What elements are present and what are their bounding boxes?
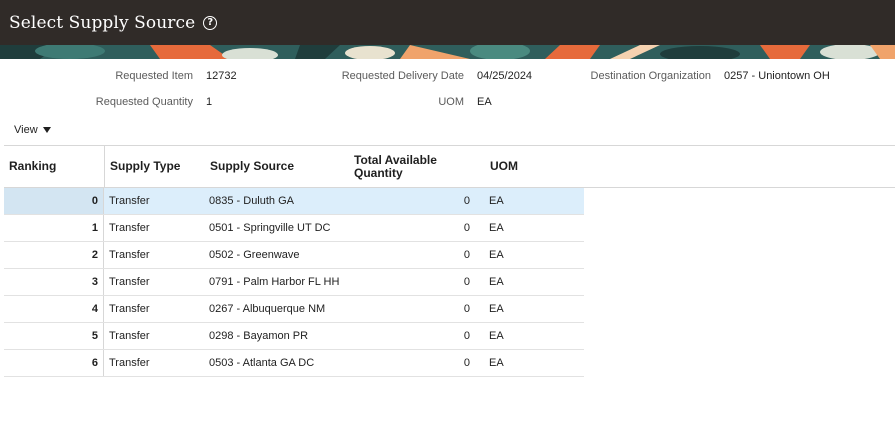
table-row[interactable]: 3 Transfer 0791 - Palm Harbor FL HH 0 EA [4, 269, 584, 296]
supply-type-value: Transfer [109, 222, 150, 234]
supply-source-value: 0503 - Atlanta GA DC [209, 357, 315, 369]
ranking-value: 1 [91, 222, 98, 234]
table-row[interactable]: 4 Transfer 0267 - Albuquerque NM 0 EA [4, 296, 584, 323]
table-body: 0 Transfer 0835 - Duluth GA 0 EA 1 Trans… [4, 188, 584, 377]
ranking-value: 5 [91, 330, 98, 342]
ranking-value: 0 [91, 195, 98, 207]
column-header-ranking[interactable]: Ranking [9, 146, 56, 187]
column-header-supply-type[interactable]: Supply Type [110, 146, 180, 187]
requested-item-label: Requested Item [115, 70, 193, 82]
table-header: Ranking Supply Type Supply Source Total … [4, 145, 895, 188]
supply-type-value: Transfer [109, 330, 150, 342]
uom-cell-value: EA [489, 249, 504, 261]
available-quantity-value: 0 [463, 357, 470, 369]
supply-source-value: 0502 - Greenwave [209, 249, 300, 261]
available-quantity-value: 0 [463, 276, 470, 288]
dialog-titlebar: Select Supply Source ? [0, 0, 895, 45]
available-quantity-value: 0 [463, 195, 470, 207]
available-quantity-value: 0 [463, 330, 470, 342]
available-quantity-value: 0 [463, 222, 470, 234]
destination-org-label: Destination Organization [590, 70, 711, 82]
table-row[interactable]: 0 Transfer 0835 - Duluth GA 0 EA [4, 188, 584, 215]
ranking-value: 4 [91, 303, 98, 315]
column-header-supply-source[interactable]: Supply Source [210, 146, 294, 187]
uom-cell-value: EA [489, 276, 504, 288]
uom-cell-value: EA [489, 222, 504, 234]
requested-quantity-value: 1 [206, 96, 213, 108]
view-menu-button[interactable]: View [14, 124, 51, 136]
table-row[interactable]: 2 Transfer 0502 - Greenwave 0 EA [4, 242, 584, 269]
requested-item-value: 12732 [206, 70, 237, 82]
supply-source-value: 0835 - Duluth GA [209, 195, 294, 207]
supply-type-value: Transfer [109, 303, 150, 315]
ranking-value: 2 [91, 249, 98, 261]
requested-delivery-date-label: Requested Delivery Date [341, 70, 464, 82]
supply-source-value: 0298 - Bayamon PR [209, 330, 309, 342]
column-header-uom[interactable]: UOM [490, 146, 518, 187]
column-header-total-available-quantity[interactable]: Total Available Quantity [354, 146, 464, 187]
uom-value: EA [477, 96, 492, 108]
view-menu-label: View [14, 124, 38, 136]
caret-down-icon [42, 127, 51, 133]
requested-quantity-label: Requested Quantity [95, 96, 193, 108]
supply-type-value: Transfer [109, 249, 150, 261]
table-row[interactable]: 6 Transfer 0503 - Atlanta GA DC 0 EA [4, 350, 584, 377]
uom-cell-value: EA [489, 330, 504, 342]
supply-source-value: 0791 - Palm Harbor FL HH [209, 276, 340, 288]
uom-cell-value: EA [489, 195, 504, 207]
supply-type-value: Transfer [109, 357, 150, 369]
supply-type-value: Transfer [109, 195, 150, 207]
available-quantity-value: 0 [463, 249, 470, 261]
banner-pattern [0, 45, 895, 59]
uom-cell-value: EA [489, 303, 504, 315]
available-quantity-value: 0 [463, 303, 470, 315]
destination-org-value: 0257 - Uniontown OH [724, 70, 830, 82]
ranking-value: 3 [91, 276, 98, 288]
dialog-title: Select Supply Source [9, 12, 196, 33]
supply-type-value: Transfer [109, 276, 150, 288]
supply-source-table: Ranking Supply Type Supply Source Total … [4, 145, 895, 377]
requested-delivery-date-value: 04/25/2024 [477, 70, 533, 82]
uom-label: UOM [438, 96, 464, 108]
table-row[interactable]: 5 Transfer 0298 - Bayamon PR 0 EA [4, 323, 584, 350]
decorative-banner [0, 45, 895, 59]
help-icon[interactable]: ? [203, 15, 218, 30]
uom-cell-value: EA [489, 357, 504, 369]
supply-source-value: 0501 - Springville UT DC [209, 222, 331, 234]
supply-source-value: 0267 - Albuquerque NM [209, 303, 326, 315]
ranking-value: 6 [91, 357, 98, 369]
table-row[interactable]: 1 Transfer 0501 - Springville UT DC 0 EA [4, 215, 584, 242]
